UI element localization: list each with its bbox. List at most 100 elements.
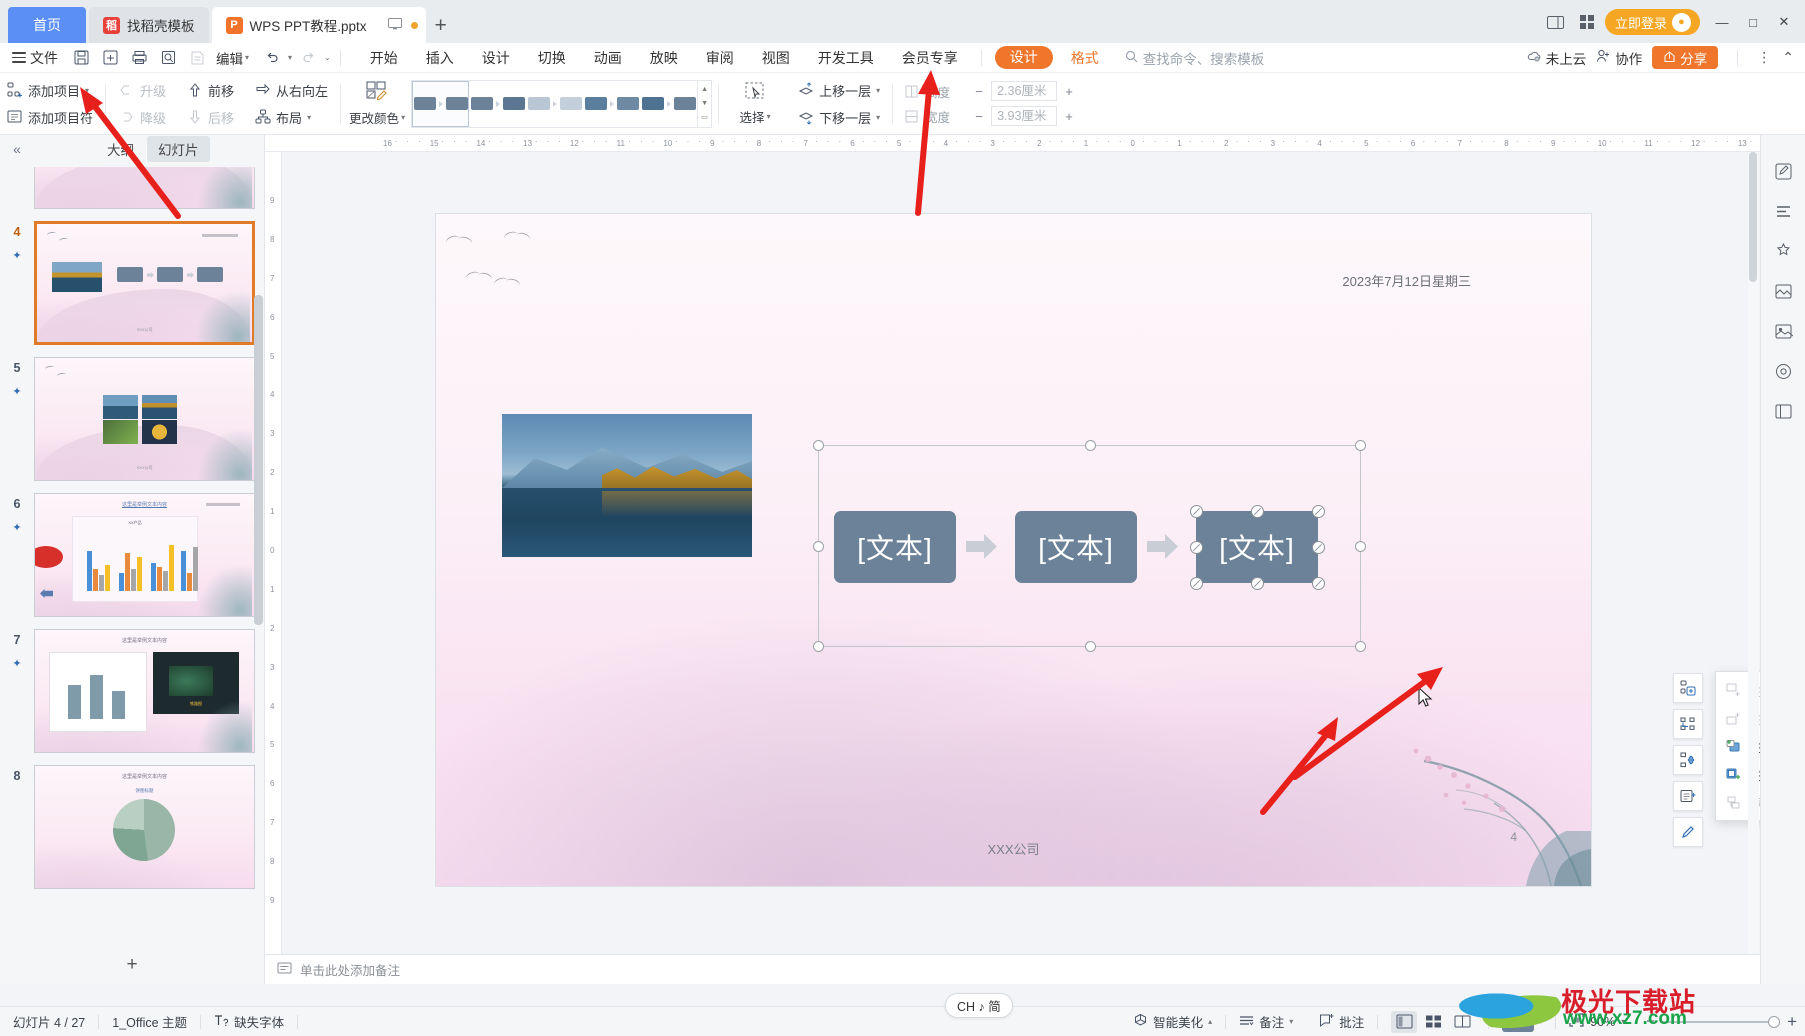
chevron-down-icon[interactable]: ▾ [1621,1017,1625,1026]
resize-handle[interactable] [1085,440,1096,451]
image-icon[interactable] [1770,319,1796,343]
slide-thumbnail-list[interactable]: 4 ✦ XXX公司 5 ✦ XXX公司 6 ✦ 这里是举例文本内容 XX产品 7… [0,167,264,948]
resize-handle[interactable] [1355,641,1366,652]
notes-toggle-button[interactable]: 备注 ▾ [1226,1012,1306,1031]
smartart-node-2[interactable]: [文本] [1196,511,1318,583]
minimize-button[interactable]: — [1709,10,1735,34]
split-view-icon[interactable] [1543,10,1569,34]
chevron-double-left-icon[interactable]: « [6,141,28,157]
menu-item-view[interactable]: 视图 [748,46,804,70]
undo-chevron-icon[interactable]: ▾ [288,53,292,62]
node-resize-handle[interactable] [1312,577,1325,590]
save-icon[interactable] [68,46,94,70]
add-shape-icon[interactable] [1673,673,1703,703]
add-slide-button[interactable]: + [0,950,264,980]
node-resize-handle[interactable] [1251,505,1264,518]
height-input[interactable]: 2.36厘米 [991,81,1058,101]
missing-font-status[interactable]: 缺失字体 [201,1012,297,1031]
node-resize-handle[interactable] [1190,577,1203,590]
height-increase-button[interactable]: + [1062,84,1076,99]
cloud-status[interactable]: 未上云 [1527,48,1586,68]
menu-item-insert[interactable]: 插入 [412,46,468,70]
save-as-cloud-icon[interactable] [97,46,123,70]
menu-item-design[interactable]: 设计 [468,46,524,70]
gallery-scroll-down-icon[interactable]: ▼ [698,97,711,111]
gallery-item-2[interactable] [526,81,583,127]
target-icon[interactable] [1770,359,1796,383]
text-pane-icon[interactable] [1673,781,1703,811]
tab-outline[interactable]: 大纲 [96,136,145,162]
add-item-button[interactable]: 添加项目 ▾ [0,79,99,101]
resize-handle[interactable] [1355,541,1366,552]
node-resize-handle[interactable] [1251,577,1264,590]
slide-thumbnail-6[interactable]: 这里是举例文本内容 XX产品 [34,493,255,617]
redo-icon[interactable] [295,46,321,70]
resize-handle[interactable] [1085,641,1096,652]
present-monitor-icon[interactable] [387,17,402,33]
close-button[interactable]: ✕ [1771,10,1797,34]
add-bullet-button[interactable]: 添加项目符 [0,106,99,128]
thumbnail-row[interactable]: 7 ✦ 这里是举例文本内容 铁路图 [0,629,264,753]
vertical-ruler[interactable]: 9 8 7 6 5 4 3 2 1 0 1 2 3 4 5 6 7 8 9 [265,152,282,984]
slide-thumbnail-5[interactable]: XXX公司 [34,357,255,481]
rtl-button[interactable]: 从右向左 [248,79,334,101]
menu-item-developer[interactable]: 开发工具 [804,46,888,70]
zoom-level-label[interactable]: 90% [1590,1015,1615,1029]
gallery-expand-icon[interactable]: ▭ [698,111,711,125]
slide-editing-stage[interactable]: 2023年7月12日星期三 [文本] [文本] [文本] XXX公司 4 [283,152,1760,984]
export-pdf-icon[interactable] [184,46,210,70]
gallery-item-3[interactable] [583,81,640,127]
slide-sorter-icon[interactable] [1420,1011,1446,1033]
thumbnail-row[interactable] [0,167,264,209]
reorder-icon[interactable] [1673,709,1703,739]
edit-dropdown[interactable]: 编辑 ▾ [216,48,249,68]
menu-item-slideshow[interactable]: 放映 [636,46,692,70]
node-resize-handle[interactable] [1190,505,1203,518]
smartart-node-0[interactable]: [文本] [834,511,956,583]
zoom-track[interactable] [1662,1015,1781,1028]
board-icon[interactable] [1770,399,1796,423]
tab-document[interactable]: P WPS PPT教程.pptx [211,7,426,43]
context-tab-format[interactable]: 格式 [1057,46,1113,70]
language-indicator[interactable]: CH ♪ 简 [945,993,1013,1018]
node-resize-handle[interactable] [1312,541,1325,554]
print-preview-icon[interactable] [155,46,181,70]
gallery-scroll-buttons[interactable]: ▲ ▼ ▭ [697,80,711,127]
start-slideshow-button[interactable]: ▶ [1502,1011,1535,1032]
new-tab-button[interactable]: + [435,15,447,36]
print-icon[interactable] [126,46,152,70]
align-icon[interactable] [1770,199,1796,223]
grid-view-icon[interactable] [1574,10,1600,34]
scrollbar-thumb[interactable] [1749,152,1757,282]
tab-docer-template[interactable]: 稻 找稻壳模板 [89,7,209,43]
smartart-style-gallery[interactable]: ▲ ▼ ▭ [411,79,713,128]
move-icon[interactable] [1673,745,1703,775]
menu-item-animation[interactable]: 动画 [580,46,636,70]
width-increase-button[interactable]: + [1062,109,1076,124]
gallery-scroll-up-icon[interactable]: ▲ [698,83,711,97]
resize-handle[interactable] [813,440,824,451]
resize-handle[interactable] [813,541,824,552]
navigator-scrollbar-thumb[interactable] [254,295,263,625]
menu-item-transition[interactable]: 切换 [524,46,580,70]
gallery-item-1[interactable] [469,81,526,127]
thumbnail-row[interactable]: 8 这里是举例文本内容 饼图标题 [0,765,264,889]
edit-object-icon[interactable] [1770,159,1796,183]
theme-name[interactable]: 1_Office 主题 [99,1012,200,1031]
layout-button[interactable]: 布局 ▾ [248,106,334,128]
width-decrease-button[interactable]: − [972,109,986,124]
send-backward-button[interactable]: 下移一层 ▾ [791,106,886,128]
width-input[interactable]: 3.93厘米 [991,106,1058,126]
context-tab-design[interactable]: 设计 [994,46,1053,69]
slide-thumbnail-7[interactable]: 这里是举例文本内容 铁路图 [34,629,255,753]
smartart-node-1[interactable]: [文本] [1015,511,1137,583]
collapse-ribbon-icon[interactable]: ⌃ [1782,49,1795,66]
resize-handle[interactable] [813,641,824,652]
chevron-down-icon[interactable]: ▾ [1538,1017,1542,1026]
pen-icon[interactable] [1673,817,1703,847]
slide-canvas[interactable]: 2023年7月12日星期三 [文本] [文本] [文本] XXX公司 4 [436,214,1591,886]
menu-item-member[interactable]: 会员专享 [888,46,972,70]
node-resize-handle[interactable] [1190,541,1203,554]
thumbnail-row[interactable]: 6 ✦ 这里是举例文本内容 XX产品 [0,493,264,617]
stage-vertical-scrollbar[interactable] [1748,152,1759,984]
